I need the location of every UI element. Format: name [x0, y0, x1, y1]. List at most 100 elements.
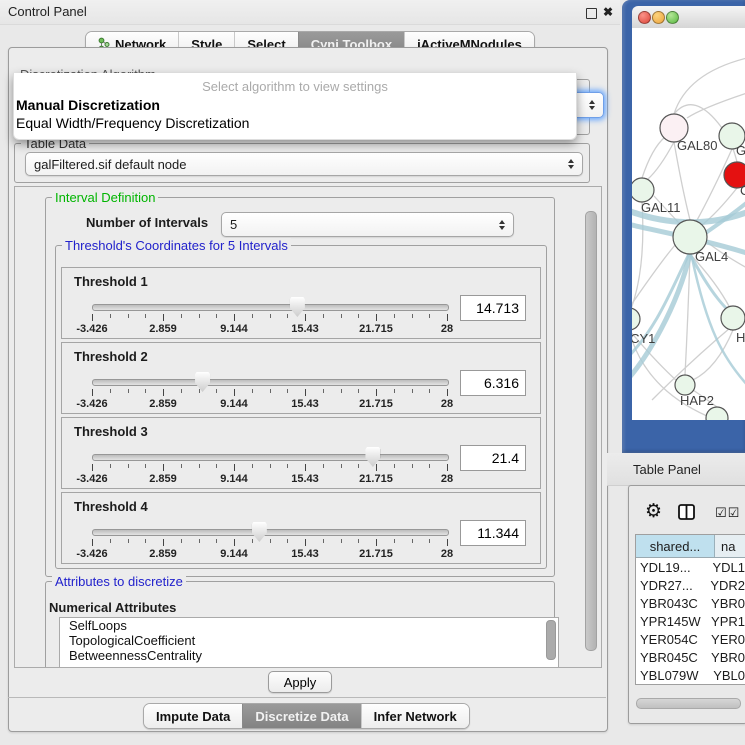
- table-row[interactable]: YDL19...YDL1: [636, 558, 745, 576]
- tab-discretize-data-label: Discretize Data: [255, 709, 348, 724]
- list-item[interactable]: BetweennessCentrality: [60, 648, 558, 663]
- threshold-row: Threshold 1 -3.4262.8599.14415.4321.7152…: [61, 267, 541, 339]
- table-row[interactable]: YPR145WYPR1: [636, 612, 745, 630]
- tab-impute-data-label: Impute Data: [156, 709, 230, 724]
- combo-stepper-icon: [568, 159, 574, 169]
- network-node[interactable]: [632, 308, 640, 330]
- list-item[interactable]: SelfLoops: [60, 618, 558, 633]
- combo-stepper-icon: [499, 220, 505, 230]
- table-hscrollbar-thumb[interactable]: [636, 698, 741, 709]
- tick-labels: -3.4262.8599.14415.4321.71528: [92, 548, 447, 560]
- threshold-value-field[interactable]: [460, 445, 526, 471]
- threshold-row: Threshold 3 -3.4262.8599.14415.4321.7152…: [61, 417, 541, 489]
- network-node[interactable]: [675, 375, 695, 395]
- threshold-slider[interactable]: [92, 529, 447, 535]
- network-canvas-svg: GAL80GACGAL11GAL4GCY1HHAP2: [632, 28, 745, 420]
- table-panel-title: Table Panel: [633, 462, 701, 477]
- settings-scrollbar-thumb[interactable]: [585, 211, 597, 651]
- table-data-combobox[interactable]: galFiltered.sif default node: [25, 152, 583, 176]
- table-row[interactable]: YER054CYER0: [636, 630, 745, 648]
- network-node-label: GAL4: [695, 249, 728, 264]
- threshold-label: Threshold 1: [74, 274, 148, 289]
- apply-button[interactable]: Apply: [268, 671, 332, 693]
- network-node-label: GAL80: [677, 138, 717, 153]
- network-node[interactable]: [721, 306, 745, 330]
- table-panel-titlebar: Table Panel: [607, 453, 745, 486]
- tab-impute-data[interactable]: Impute Data: [144, 704, 242, 728]
- tab-infer-network[interactable]: Infer Network: [361, 704, 469, 728]
- tick-row: [92, 314, 447, 322]
- table-row[interactable]: YBR043CYBR0: [636, 594, 745, 612]
- zoom-traffic-light-icon[interactable]: [666, 11, 679, 24]
- panel-divider: [8, 697, 606, 698]
- network-node[interactable]: [706, 407, 728, 420]
- table-header: shared... na: [636, 535, 745, 558]
- number-of-intervals-label: Number of Intervals: [86, 215, 208, 230]
- bottom-tabbar: Impute Data Discretize Data Infer Networ…: [143, 703, 470, 729]
- menu-item-manual-discretization[interactable]: Manual Discretization: [16, 97, 160, 113]
- network-node-label: GA: [736, 143, 745, 158]
- network-node-label: GCY1: [632, 331, 655, 346]
- settings-scroll-viewport: Interval Definition Number of Intervals …: [14, 186, 602, 668]
- number-of-intervals-value: 5: [230, 217, 237, 232]
- tick-labels: -3.4262.8599.14415.4321.71528: [92, 398, 447, 410]
- table-body: YDL19...YDL1YDR27...YDR2YBR043CYBR0YPR14…: [636, 558, 745, 685]
- threshold-slider[interactable]: [92, 454, 447, 460]
- numerical-attributes-title: Numerical Attributes: [49, 600, 176, 615]
- panel-titlebar: Control Panel ✖: [0, 0, 620, 25]
- network-node-label: H: [736, 330, 745, 345]
- close-traffic-light-icon[interactable]: [638, 11, 651, 24]
- float-window-icon[interactable]: [586, 8, 597, 19]
- tab-discretize-data[interactable]: Discretize Data: [242, 704, 360, 728]
- table-row[interactable]: YBL079WYBL0: [636, 666, 745, 684]
- tick-row: [92, 464, 447, 472]
- numerical-attributes-list[interactable]: SelfLoopsTopologicalCoefficientBetweenne…: [59, 617, 559, 668]
- minimize-traffic-light-icon[interactable]: [652, 11, 665, 24]
- combo-stepper-icon: [589, 100, 595, 110]
- threshold-value-field[interactable]: [460, 370, 526, 396]
- table-row[interactable]: YLR345WYLR3: [636, 684, 745, 685]
- threshold-slider[interactable]: [92, 379, 447, 385]
- slider-track: [92, 454, 449, 461]
- interval-definition-group-title: Interval Definition: [52, 190, 158, 205]
- gear-icon[interactable]: ⚙: [645, 502, 662, 521]
- table-data-group: Table Data galFiltered.sif default node: [14, 143, 590, 183]
- threshold-value-field[interactable]: [460, 295, 526, 321]
- threshold-row: Threshold 4 -3.4262.8599.14415.4321.7152…: [61, 492, 541, 564]
- columns-icon[interactable]: [678, 504, 695, 525]
- threshold-row: Threshold 2 -3.4262.8599.14415.4321.7152…: [61, 342, 541, 414]
- checkbox-icons[interactable]: ☑☑: [715, 506, 740, 521]
- column-header-name[interactable]: na: [715, 535, 745, 557]
- table-row[interactable]: YBR045CYBR0: [636, 648, 745, 666]
- slider-track: [92, 304, 449, 311]
- threshold-label: Threshold 3: [74, 424, 148, 439]
- table-panel-toolbar: ⚙ ☑☑: [629, 486, 745, 534]
- table-panel: ⚙ ☑☑ shared... na YDL19...YDL1YDR27...YD…: [628, 485, 745, 724]
- network-canvas[interactable]: GAL80GACGAL11GAL4GCY1HHAP2: [632, 28, 745, 420]
- threshold-value-field[interactable]: [460, 520, 526, 546]
- number-of-intervals-combobox[interactable]: 5: [221, 212, 514, 237]
- tick-row: [92, 389, 447, 397]
- network-node-label: GAL11: [641, 200, 681, 215]
- threshold-label: Threshold 4: [74, 499, 148, 514]
- table-row[interactable]: YDR27...YDR2: [636, 576, 745, 594]
- slider-track: [92, 379, 449, 386]
- network-node[interactable]: [632, 178, 654, 202]
- panel-title: Control Panel: [8, 4, 87, 19]
- menu-item-equal-width-frequency[interactable]: Equal Width/Frequency Discretization: [16, 115, 249, 131]
- close-icon[interactable]: ✖: [603, 5, 613, 19]
- table-data-selected-value: galFiltered.sif default node: [34, 157, 186, 172]
- column-header-shared[interactable]: shared...: [636, 535, 715, 557]
- tab-infer-network-label: Infer Network: [374, 709, 457, 724]
- tick-labels: -3.4262.8599.14415.4321.71528: [92, 473, 447, 485]
- threshold-slider[interactable]: [92, 304, 447, 310]
- node-table[interactable]: shared... na YDL19...YDL1YDR27...YDR2YBR…: [635, 534, 745, 685]
- list-scrollbar-thumb[interactable]: [546, 620, 556, 660]
- threshold-label: Threshold 2: [74, 349, 148, 364]
- attributes-group-title: Attributes to discretize: [52, 574, 186, 589]
- list-item[interactable]: TopologicalCoefficient: [60, 633, 558, 648]
- network-window-titlebar[interactable]: [632, 6, 745, 29]
- algorithm-dropdown-popup: Select algorithm to view settings Manual…: [13, 73, 577, 140]
- network-node-label: HAP2: [680, 393, 714, 408]
- algorithm-prompt: Select algorithm to view settings: [14, 79, 576, 94]
